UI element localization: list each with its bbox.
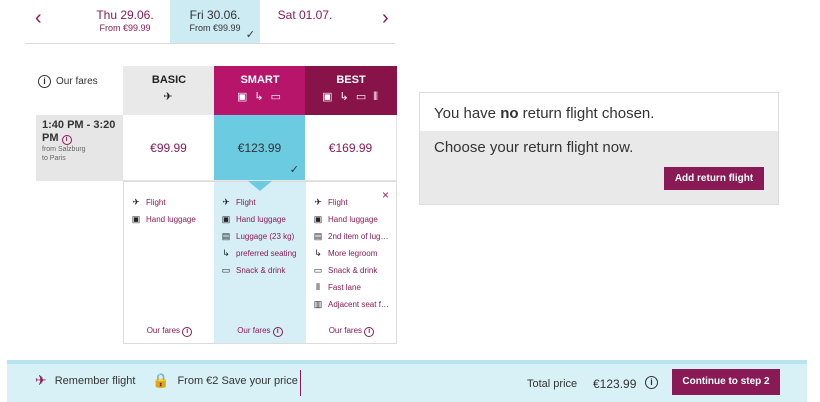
remember-flight-button[interactable]: ✈ Remember flight — [35, 372, 135, 389]
divider — [300, 370, 301, 396]
flight-info-icon[interactable]: i — [61, 135, 72, 145]
price-value: €123.99 — [237, 141, 282, 155]
info-icon: i — [182, 327, 193, 337]
feature-second-luggage: ▤ 2nd item of lug… — [313, 231, 389, 241]
date-label: Sat 01.07. — [277, 8, 333, 22]
our-fares-link[interactable]: Our fares i — [214, 326, 306, 337]
feature-legroom: ↳ More legroom — [306, 245, 397, 262]
info-icon: i — [38, 75, 51, 88]
details-basic: ✈ Flight ▣ Hand luggage Our fares i — [124, 182, 215, 343]
fare-name: BASIC — [151, 74, 187, 86]
luggage-icon: ▤ — [313, 231, 323, 241]
feature-hand-luggage: ▣ Hand luggage — [131, 214, 196, 224]
return-flight-box: You have no return flight chosen. Choose… — [419, 92, 779, 205]
plane-icon: ✈ — [163, 91, 175, 103]
continue-button[interactable]: Continue to step 2 — [672, 369, 780, 395]
previous-date-arrow-icon[interactable]: ‹ — [35, 8, 42, 28]
feature-snack: ▭ Snack & drink — [221, 265, 286, 275]
plane-icon: ✈ — [222, 197, 230, 207]
details-smart: ✈ Flight ▣ Hand luggage ▤ Luggage (23 kg) ↳… — [214, 182, 306, 343]
fare-details-panel: ✈ Flight ▣ Hand luggage Our fares i ✈ Fligh… — [123, 181, 397, 344]
close-icon[interactable]: × — [382, 188, 389, 202]
lock-icon: 🔒 — [152, 372, 170, 388]
bag-icon: ▣ — [221, 214, 231, 224]
bag-icon: ▣ — [131, 214, 141, 224]
selected-check-icon: ✓ — [245, 29, 255, 41]
feature-hand-luggage: ▣ Hand luggage — [313, 214, 378, 224]
fare-header-best: BEST ▣ ↳ ▭ ⫴ — [305, 66, 397, 115]
fare-name: SMART — [240, 74, 280, 86]
save-price-button[interactable]: 🔒 From €2 Save your price — [152, 372, 298, 389]
info-icon: i — [272, 327, 283, 337]
plane-star-icon: ✈ — [35, 372, 47, 388]
price-smart[interactable]: €123.99 ✓ — [214, 115, 306, 181]
date-option-sat[interactable]: Sat 01.07. — [260, 0, 350, 43]
selection-pointer — [248, 181, 272, 191]
our-fares-link[interactable]: i Our fares — [38, 75, 98, 88]
fast-lane-icon: ⫴ — [316, 282, 320, 292]
date-strip: ‹ Thu 29.06. From €99.99 Fri 30.06. From… — [25, 0, 395, 44]
feature-adjacent-seat: ▥ Adjacent seat f… — [313, 299, 389, 309]
fare-header-basic: BASIC ✈ — [123, 66, 215, 115]
price-basic[interactable]: €99.99 — [123, 115, 215, 181]
flight-time: 1:40 PM - 3:20 PM — [42, 119, 116, 144]
suitcase-icon: ▤ — [221, 231, 231, 241]
smart-benefits-icons: ▣ ↳ ▭ — [236, 91, 284, 103]
feature-flight: ✈ Flight — [124, 194, 215, 211]
seat-icon: ↳ — [222, 248, 230, 258]
feature-luggage: ▤ Luggage (23 kg) — [221, 231, 295, 241]
add-return-flight-button[interactable]: Add return flight — [664, 167, 764, 190]
feature-snack: ▭ Snack & drink — [313, 265, 378, 275]
feature-hand-luggage: ▣ Hand luggage — [221, 214, 286, 224]
adjacent-seat-icon: ▥ — [313, 299, 323, 309]
snack-icon: ▭ — [313, 265, 323, 275]
price-best[interactable]: €169.99 — [305, 115, 397, 181]
info-icon: i — [364, 327, 375, 337]
fare-name: BEST — [336, 74, 366, 86]
plane-icon: ✈ — [314, 197, 322, 207]
selected-check-icon: ✓ — [289, 164, 299, 176]
next-date-arrow-icon[interactable]: › — [382, 8, 389, 28]
details-best: × ✈ Flight ▣ Hand luggage ▤ 2nd item of lug… — [306, 182, 397, 343]
total-price-label: Total price — [527, 378, 578, 390]
our-fares-link[interactable]: Our fares i — [124, 326, 215, 337]
our-fares-link[interactable]: Our fares i — [306, 326, 397, 337]
date-label: Thu 29.06. — [96, 8, 154, 22]
our-fares-label: Our fares — [56, 76, 98, 87]
fare-header-smart: SMART ▣ ↳ ▭ — [214, 66, 306, 115]
seat-icon: ↳ — [314, 248, 322, 258]
snack-icon: ▭ — [221, 265, 231, 275]
no-return-message: You have no return flight chosen. — [420, 93, 778, 131]
best-benefits-icons: ▣ ↳ ▭ ⫴ — [322, 91, 380, 103]
route-from: from Salzburg — [42, 146, 86, 153]
date-option-fri[interactable]: Fri 30.06. From €99.99 ✓ — [170, 0, 260, 43]
route-to: to Paris — [42, 155, 66, 162]
flight-info: 1:40 PM - 3:20 PM i from Salzburg to Par… — [36, 115, 123, 181]
total-info-icon[interactable]: i — [645, 376, 658, 389]
feature-fast-lane: ⫴ Fast lane — [306, 279, 397, 296]
feature-seating: ↳ preferred seating — [214, 245, 306, 262]
bag-icon: ▣ — [313, 214, 323, 224]
plane-icon: ✈ — [132, 197, 140, 207]
feature-flight: ✈ Flight — [214, 194, 306, 211]
date-option-thu[interactable]: Thu 29.06. From €99.99 — [80, 0, 170, 43]
date-price: From €99.99 — [99, 23, 151, 33]
date-label: Fri 30.06. — [189, 8, 241, 22]
booking-page: ‹ Thu 29.06. From €99.99 Fri 30.06. From… — [0, 0, 820, 402]
choose-return-message: Choose your return flight now. — [434, 139, 634, 156]
total-price-value: €123.99 — [593, 377, 637, 391]
bottom-bar: ✈ Remember flight 🔒 From €2 Save your pr… — [7, 360, 807, 402]
